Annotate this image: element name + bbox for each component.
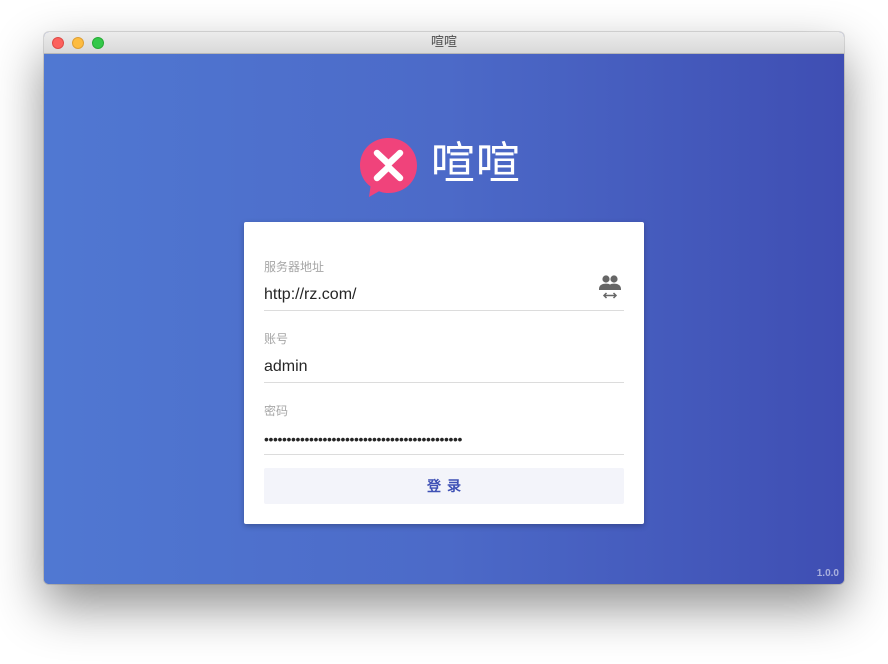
login-screen: 喧喧 服务器地址 账号 密码 [44,54,844,584]
account-input[interactable] [264,356,584,378]
switch-user-icon[interactable] [598,274,622,300]
login-button[interactable]: 登录 [264,468,624,504]
password-input[interactable] [264,428,584,450]
version-label: 1.0.0 [816,568,839,579]
server-input[interactable] [264,284,584,306]
xuanxuan-logo-icon [360,138,417,197]
title-bar[interactable]: 喧喧 [44,32,844,54]
server-field: 服务器地址 [264,260,624,311]
login-card: 服务器地址 账号 密码 登录 [244,222,644,524]
account-field: 账号 [264,332,624,383]
brand-name: 喧喧 [431,138,521,189]
window-title: 喧喧 [430,35,457,50]
password-label: 密码 [264,404,289,418]
password-field: 密码 [264,404,624,455]
server-label: 服务器地址 [264,260,325,274]
app-window: 喧喧 喧喧 服务器地址 账号 [44,32,844,584]
account-label: 账号 [264,332,289,346]
